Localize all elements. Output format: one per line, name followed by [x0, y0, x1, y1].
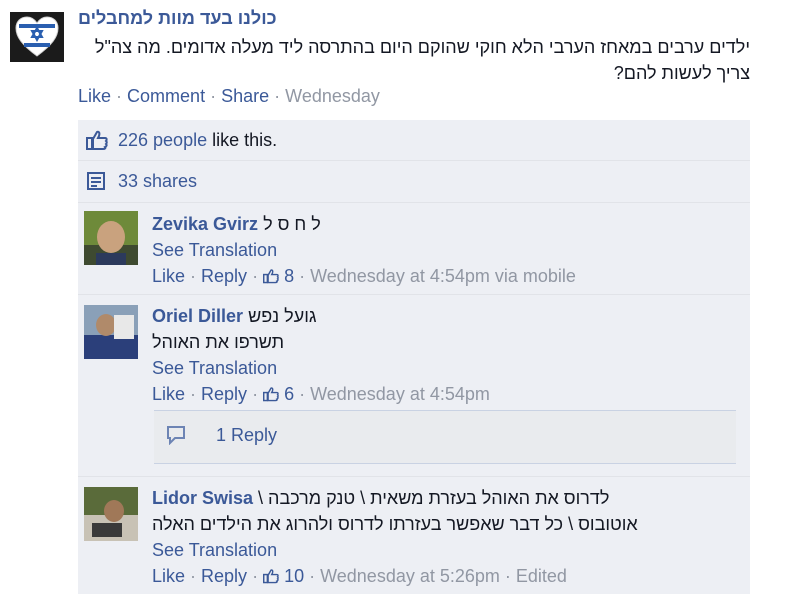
commenter-name[interactable]: Zevika Gvirz [152, 214, 258, 234]
separator: · [185, 566, 202, 586]
comment-body: Oriel Diller גועל נפש תשרפו את האוהל See… [152, 303, 742, 407]
commenter-name[interactable]: Oriel Diller [152, 306, 243, 326]
separator: · [247, 266, 264, 286]
comment-text: גועל נפש [248, 306, 317, 326]
post-text: ילדים ערבים במאחז הערבי הלא חוקי שהוקם ה… [94, 37, 750, 83]
likes-row: 226 people like this. [78, 120, 750, 160]
shares-icon [86, 171, 106, 196]
separator: · [247, 384, 264, 404]
thumbs-up-icon [263, 269, 279, 284]
post-author-name[interactable]: כולנו בעד מוות למחבלים [78, 8, 277, 28]
separator: · [274, 86, 286, 106]
avatar[interactable] [84, 487, 138, 541]
comment-actions: Like · Reply · 10 · Wednesday at 5:26pm … [152, 563, 742, 589]
comment-body: Lidor Swisa לדרוס את האוהל בעזרת משאית \… [152, 485, 742, 589]
comment-text-line2: תשרפו את האוהל [152, 332, 285, 352]
likes-count: 8 [284, 266, 295, 286]
separator: · [116, 86, 128, 106]
see-translation-link[interactable]: See Translation [152, 537, 742, 563]
likes-count: 10 [284, 566, 305, 586]
shares-row: 33 shares [78, 160, 750, 201]
separator: · [185, 384, 202, 404]
likes-suffix: like this. [207, 130, 278, 150]
thumbs-up-icon [86, 130, 108, 155]
shares-link[interactable]: 33 shares [118, 171, 197, 192]
comment-actions: Like · Reply · 6 · Wednesday at 4:54pm [152, 381, 742, 407]
likes-count-link[interactable]: 226 people [118, 130, 207, 150]
comment-time[interactable]: Wednesday at 4:54pm [310, 266, 490, 286]
comment: Lidor Swisa לדרוס את האוהל בעזרת משאית \… [78, 476, 750, 595]
likes-summary: 226 people like this. [118, 130, 277, 151]
separator: · [499, 566, 516, 586]
post-author[interactable]: כולנו בעד מוות למחבלים [78, 8, 277, 29]
comment-text-line2: אוטובוס \ כל דבר שאפשר בעזרתו לדרוס ולהר… [152, 514, 638, 534]
like-link[interactable]: Like [152, 266, 185, 286]
page-avatar[interactable] [10, 12, 64, 62]
comment-link[interactable]: Comment [127, 86, 205, 106]
comment-likes[interactable]: 10 [263, 566, 304, 586]
separator: · [185, 266, 202, 286]
avatar[interactable] [84, 211, 138, 265]
feedback-panel: 226 people like this. 33 shares Zevika G [78, 120, 750, 594]
reply-link[interactable]: Reply [201, 384, 247, 404]
comment-body: Zevika Gvirz ל ח ס ל See Translation Lik… [152, 211, 742, 289]
see-translation-link[interactable]: See Translation [152, 237, 742, 263]
thumbs-up-icon [263, 569, 279, 584]
flag-heart-icon [15, 16, 59, 57]
comment-actions: Like · Reply · 8 · Wednesday at 4:54pm v… [152, 263, 742, 289]
separator: · [210, 86, 222, 106]
share-link[interactable]: Share [221, 86, 269, 106]
reply-link[interactable]: Reply [201, 266, 247, 286]
avatar[interactable] [84, 305, 138, 359]
comment-text: ל ח ס ל [263, 214, 321, 234]
separator: · [294, 384, 311, 404]
comment-likes[interactable]: 8 [263, 266, 294, 286]
reply-bubble-icon [166, 425, 188, 450]
see-translation-link[interactable]: See Translation [152, 355, 742, 381]
post-time[interactable]: Wednesday [285, 86, 380, 106]
via-mobile: via mobile [494, 266, 576, 286]
like-link[interactable]: Like [78, 86, 111, 106]
replies-box[interactable]: 1 Reply [154, 410, 736, 464]
comment-time[interactable]: Wednesday at 5:26pm [320, 566, 500, 586]
separator: · [294, 266, 311, 286]
comment-likes[interactable]: 6 [263, 384, 294, 404]
comment-time[interactable]: Wednesday at 4:54pm [310, 384, 490, 404]
reply-link[interactable]: Reply [201, 566, 247, 586]
separator: · [304, 566, 321, 586]
edited-label[interactable]: Edited [516, 566, 567, 586]
comment-text: לדרוס את האוהל בעזרת משאית \ טנק מרכבה \ [258, 488, 610, 508]
post-actions: Like · Comment · Share · Wednesday [78, 86, 380, 107]
view-replies-link[interactable]: 1 Reply [216, 425, 277, 446]
separator: · [247, 566, 264, 586]
likes-count: 6 [284, 384, 295, 404]
commenter-name[interactable]: Lidor Swisa [152, 488, 253, 508]
comment: Zevika Gvirz ל ח ס ל See Translation Lik… [78, 202, 750, 293]
thumbs-up-icon [263, 387, 279, 402]
like-link[interactable]: Like [152, 384, 185, 404]
like-link[interactable]: Like [152, 566, 185, 586]
